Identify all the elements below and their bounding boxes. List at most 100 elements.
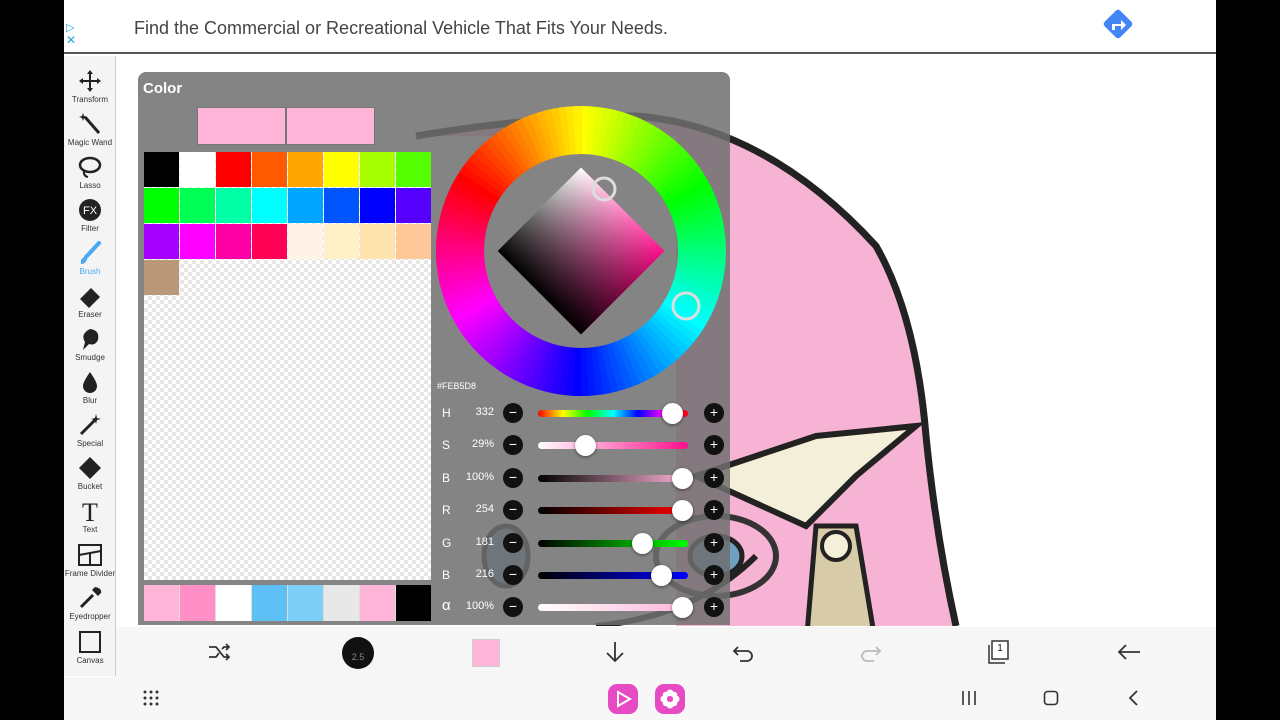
palette-swatch[interactable] — [288, 188, 323, 223]
color-swatch-button[interactable] — [472, 639, 500, 667]
recent-color-swatch[interactable] — [360, 585, 395, 621]
palette-swatch[interactable] — [144, 224, 179, 259]
layers-button[interactable]: 1 — [986, 639, 1012, 665]
home-icon[interactable] — [1043, 690, 1059, 706]
tool-magic-wand[interactable]: Magic Wand — [64, 109, 116, 152]
slider-knob[interactable] — [631, 532, 653, 554]
palette-swatch[interactable] — [288, 224, 323, 259]
increment-button[interactable]: + — [704, 403, 724, 423]
system-nav-bar — [64, 677, 1216, 720]
recent-color-swatch[interactable] — [216, 585, 251, 621]
close-icon[interactable]: ✕ — [66, 34, 76, 46]
increment-button[interactable]: + — [704, 467, 724, 488]
undo-icon[interactable] — [730, 639, 756, 665]
palette-swatch[interactable] — [216, 224, 251, 259]
palette-swatch[interactable] — [360, 152, 395, 187]
tool-filter[interactable]: FX Filter — [64, 195, 116, 238]
recent-color-swatch[interactable] — [396, 585, 431, 621]
increment-button[interactable]: + — [704, 435, 724, 456]
palette-swatch[interactable] — [180, 224, 215, 259]
palette-swatch[interactable] — [180, 152, 215, 187]
palette-swatch[interactable] — [360, 224, 395, 259]
tool-brush[interactable]: Brush — [64, 238, 116, 281]
slider-knob[interactable] — [651, 565, 672, 586]
recent-color-swatch[interactable] — [288, 585, 323, 621]
palette-swatch[interactable] — [396, 224, 431, 259]
palette-swatch[interactable] — [144, 152, 179, 187]
color-panel: Color #FEB5D8 H 332− + S 29% − + B 100% − + R 254− + G… — [138, 72, 730, 625]
tool-text[interactable]: T Text — [64, 496, 116, 539]
download-icon[interactable] — [602, 639, 628, 665]
palette-swatch[interactable] — [144, 188, 179, 223]
tool-lasso[interactable]: Lasso — [64, 152, 116, 195]
tool-transform[interactable]: Transform — [64, 66, 116, 109]
tool-bucket[interactable]: Bucket — [64, 453, 116, 496]
palette-swatch[interactable] — [216, 152, 251, 187]
recent-color-swatch[interactable] — [324, 585, 359, 621]
palette-swatch[interactable] — [324, 224, 359, 259]
ad-text[interactable]: Find the Commercial or Recreational Vehi… — [134, 18, 668, 39]
slider-track[interactable] — [538, 539, 688, 547]
slider-track[interactable] — [538, 507, 688, 515]
palette-swatch[interactable] — [288, 152, 323, 187]
shuffle-icon[interactable] — [206, 639, 232, 665]
decrement-button[interactable]: − — [503, 532, 523, 553]
slider-label: B — [442, 470, 451, 485]
slider-track[interactable] — [538, 604, 688, 612]
redo-icon[interactable] — [858, 639, 884, 665]
ad-banner[interactable]: ▷ ✕ Find the Commercial or Recreational … — [64, 0, 1216, 54]
slider-knob[interactable] — [672, 500, 693, 522]
previous-color-swatch[interactable] — [197, 107, 286, 145]
tool-canvas[interactable]: Canvas — [64, 627, 116, 670]
decrement-button[interactable]: − — [503, 403, 523, 423]
tool-blur[interactable]: Blur — [64, 367, 116, 410]
slider-knob[interactable] — [574, 435, 596, 457]
tool-frame-divider[interactable]: Frame Divider — [64, 540, 116, 583]
directions-icon[interactable] — [1100, 6, 1136, 42]
decrement-button[interactable]: − — [503, 500, 523, 521]
slider-label: S — [442, 438, 451, 453]
palette-swatch[interactable] — [360, 188, 395, 223]
recent-color-swatch[interactable] — [144, 585, 179, 621]
slider-knob[interactable] — [672, 467, 693, 489]
slider-value: 100% — [465, 600, 494, 613]
palette-swatch[interactable] — [216, 188, 251, 223]
slider-track[interactable] — [538, 442, 688, 450]
flower-app-icon[interactable] — [655, 684, 685, 714]
tool-eyedropper[interactable]: Eyedropper — [64, 583, 116, 626]
color-wheel[interactable] — [436, 106, 726, 396]
slider-track[interactable] — [538, 474, 688, 482]
tool-special[interactable]: Special — [64, 410, 116, 453]
palette-swatch[interactable] — [252, 188, 287, 223]
palette-swatch[interactable] — [324, 152, 359, 187]
decrement-button[interactable]: − — [503, 467, 523, 488]
recent-color-swatch[interactable] — [180, 585, 215, 621]
saturation-brightness-square[interactable] — [497, 167, 665, 335]
back-icon[interactable] — [1128, 690, 1140, 706]
slider-knob[interactable] — [672, 597, 693, 619]
increment-button[interactable]: + — [704, 500, 724, 521]
decrement-button[interactable]: − — [503, 435, 523, 456]
increment-button[interactable]: + — [704, 597, 724, 618]
palette-swatch[interactable] — [396, 152, 431, 187]
decrement-button[interactable]: − — [503, 597, 523, 618]
increment-button[interactable]: + — [704, 565, 724, 585]
app-shortcut-icon[interactable] — [608, 684, 638, 714]
palette-swatch[interactable] — [180, 188, 215, 223]
back-arrow-icon[interactable] — [1116, 639, 1142, 665]
palette-swatch[interactable] — [144, 260, 179, 295]
slider-knob[interactable] — [661, 403, 683, 424]
tool-smudge[interactable]: Smudge — [64, 324, 116, 367]
brush-size-button[interactable]: 2.5 — [342, 637, 374, 669]
palette-swatch[interactable] — [252, 224, 287, 259]
palette-swatch[interactable] — [324, 188, 359, 223]
decrement-button[interactable]: − — [503, 565, 523, 585]
current-color-swatch[interactable] — [286, 107, 375, 145]
recents-icon[interactable] — [960, 690, 978, 706]
tool-eraser[interactable]: Eraser — [64, 281, 116, 324]
palette-swatch[interactable] — [396, 188, 431, 223]
palette-swatch[interactable] — [252, 152, 287, 187]
recent-color-swatch[interactable] — [252, 585, 287, 621]
increment-button[interactable]: + — [704, 532, 724, 553]
apps-grid-icon[interactable] — [142, 689, 160, 707]
